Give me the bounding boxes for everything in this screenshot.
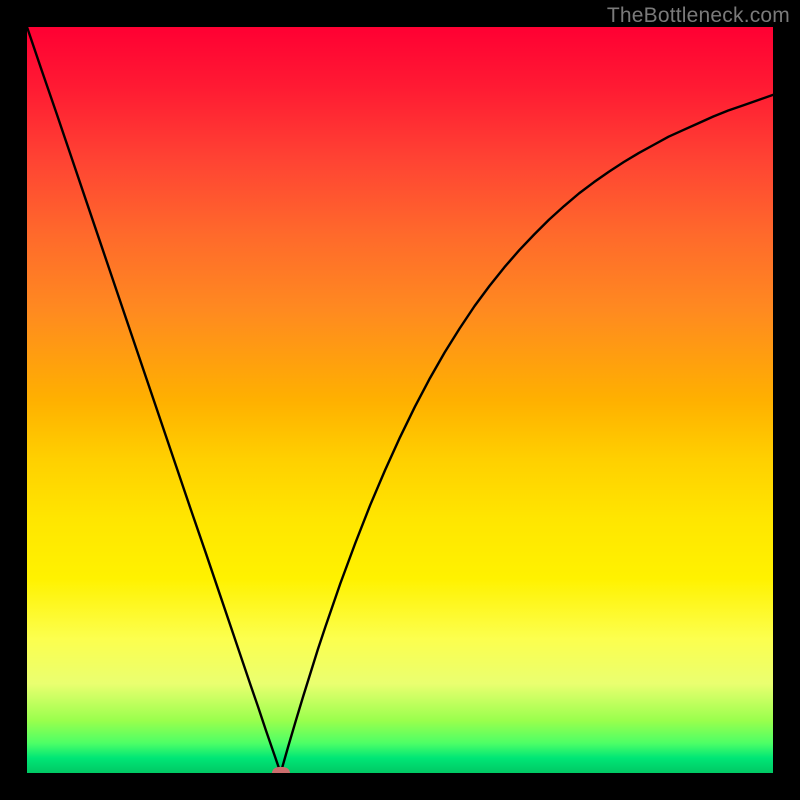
- watermark-text: TheBottleneck.com: [607, 4, 790, 28]
- optimum-marker: [272, 767, 290, 773]
- bottleneck-curve: [27, 27, 773, 773]
- chart-frame: TheBottleneck.com: [0, 0, 800, 800]
- plot-area: [27, 27, 773, 773]
